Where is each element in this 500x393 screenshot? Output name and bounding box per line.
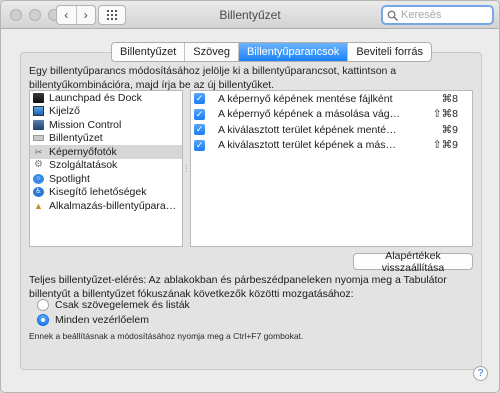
title-bar: ‹ › Billentyűzet: [1, 1, 499, 29]
shortcut-list: ✓ A képernyő képének mentése fájlként ⌘8…: [190, 90, 473, 247]
shortcut-keys[interactable]: ⇧⌘9: [428, 139, 472, 151]
category-label: Képernyőfotók: [49, 145, 117, 158]
help-button[interactable]: ?: [473, 366, 488, 381]
tab-input-sources[interactable]: Beviteli forrás: [347, 43, 431, 61]
shortcut-keys[interactable]: ⇧⌘8: [428, 108, 472, 120]
category-label: Kisegítő lehetőségek: [49, 186, 147, 199]
radio-button[interactable]: [37, 314, 49, 326]
category-label: Alkalmazás-billentyűparа…: [49, 199, 177, 212]
tab-keyboard[interactable]: Billentyűzet: [112, 43, 184, 61]
shortcut-label: A kiválasztott terület képének a más…: [218, 139, 397, 152]
tab-shortcuts[interactable]: Billentyűparancsok: [237, 43, 348, 61]
category-app-shortcuts[interactable]: ▲ Alkalmazás-billentyűparа…: [30, 199, 182, 213]
shortcut-checkbox[interactable]: ✓: [194, 93, 205, 105]
shortcut-row[interactable]: ✓ A kiválasztott terület képének menté… …: [191, 122, 472, 138]
search-input[interactable]: [401, 9, 481, 21]
radio-button[interactable]: [37, 299, 49, 311]
search-field[interactable]: [381, 5, 494, 25]
category-screenshots[interactable]: ✂ Képernyőfotók: [30, 145, 182, 159]
split-view-handle[interactable]: ⋮: [183, 90, 191, 247]
category-label: Szolgáltatások: [49, 159, 118, 172]
category-label: Kijelző: [49, 105, 80, 118]
launchpad-icon: [33, 92, 44, 103]
category-label: Spotlight: [49, 172, 90, 185]
shortcut-keys[interactable]: ⌘8: [428, 93, 472, 105]
tab-bar: Billentyűzet Szöveg Billentyűparancsok B…: [111, 42, 432, 62]
category-display[interactable]: Kijelző: [30, 105, 182, 119]
tab-text[interactable]: Szöveg: [184, 43, 238, 61]
shortcut-row[interactable]: ✓ A kiválasztott terület képének a más… …: [191, 138, 472, 154]
category-label: Launchpad és Dock: [49, 91, 142, 104]
gear-icon: ⚙: [34, 159, 43, 171]
search-icon: [387, 10, 398, 21]
shortcut-row[interactable]: ✓ A képernyő képének a másolása vág… ⇧⌘8: [191, 107, 472, 123]
spotlight-icon: ○: [33, 173, 44, 184]
instructions-text: Egy billentyűparancs módosításához jelöl…: [29, 65, 397, 91]
radio-label: Csak szövegelemek és listák: [55, 299, 190, 311]
shortcut-label: A kiválasztott terület képének menté…: [218, 123, 397, 136]
keyboard-icon: [33, 135, 44, 142]
mission-control-icon: [33, 119, 44, 130]
camera-icon: ✂: [34, 146, 43, 157]
full-keyboard-access-text: Teljes billentyűzet-elérés: Az ablakokba…: [29, 274, 447, 300]
app-shortcuts-icon: ▲: [34, 200, 43, 211]
category-label: Mission Control: [49, 118, 122, 131]
shortcut-row[interactable]: ✓ A képernyő képének mentése fájlként ⌘8: [191, 91, 472, 107]
question-mark-icon: ?: [477, 368, 484, 379]
category-mission-control[interactable]: Mission Control: [30, 118, 182, 132]
display-icon: [33, 106, 44, 117]
category-launchpad-dock[interactable]: Launchpad és Dock: [30, 91, 182, 105]
category-accessibility[interactable]: ♿ Kisegítő lehetőségek: [30, 186, 182, 200]
shortcut-checkbox[interactable]: ✓: [194, 124, 205, 136]
accessibility-icon: ♿: [33, 187, 44, 198]
preferences-window: ‹ › Billentyűzet Billentyűzet Szöveg Bil…: [0, 0, 500, 393]
restore-defaults-button[interactable]: Alapértékek visszaállítása: [353, 250, 473, 274]
radio-text-boxes-lists[interactable]: Csak szövegelemek és listák: [37, 299, 190, 311]
shortcut-checkbox[interactable]: ✓: [194, 139, 205, 151]
category-list: Launchpad és Dock Kijelző Mission Contro…: [29, 90, 183, 247]
shortcut-label: A képernyő képének mentése fájlként: [218, 92, 393, 105]
category-label: Billentyűzet: [49, 132, 103, 145]
category-services[interactable]: ⚙ Szolgáltatások: [30, 159, 182, 173]
category-keyboard[interactable]: Billentyűzet: [30, 132, 182, 146]
radio-all-controls[interactable]: Minden vezérlőelem: [37, 314, 149, 326]
shortcut-checkbox[interactable]: ✓: [194, 108, 205, 120]
radio-label: Minden vezérlőelem: [55, 314, 149, 326]
shortcut-keys[interactable]: ⌘9: [428, 124, 472, 136]
shortcut-label: A képernyő képének a másolása vág…: [218, 108, 401, 121]
category-spotlight[interactable]: ○ Spotlight: [30, 172, 182, 186]
ctrl-f7-note: Ennek a beállításnak a módosításához nyo…: [29, 331, 304, 341]
